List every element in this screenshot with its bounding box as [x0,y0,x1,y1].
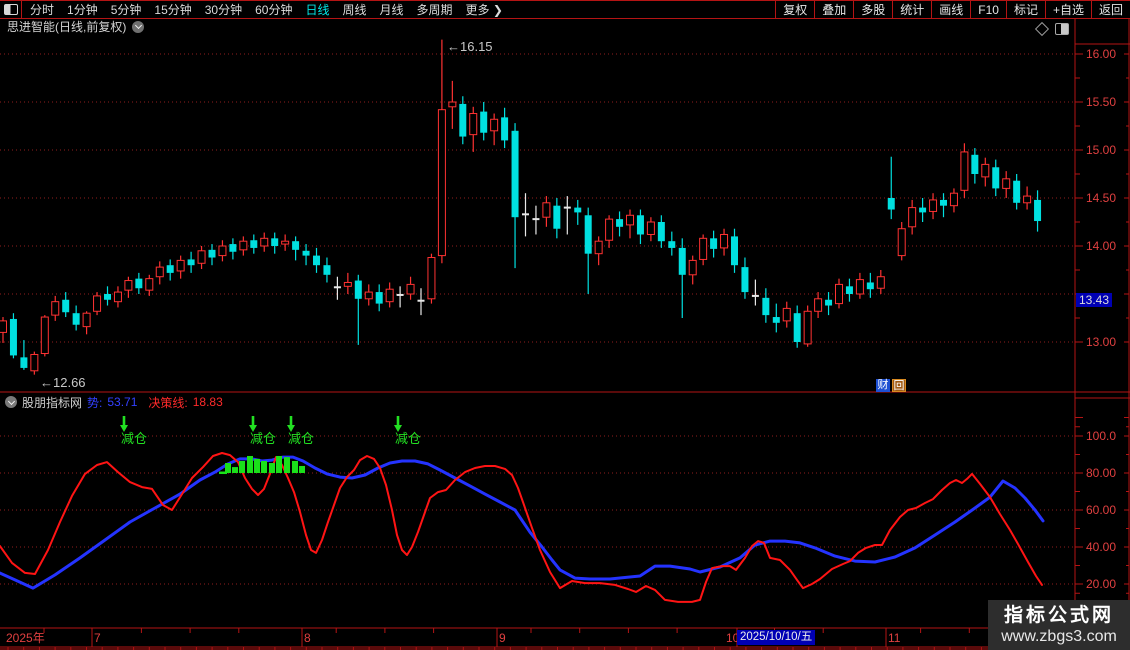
period-tab-6[interactable]: 60分钟 [255,1,292,18]
action-menu: 复权 叠加 多股 统计 画线 F10 标记 +自选 返回 [775,1,1130,18]
toolbar-button-3[interactable]: 多股 [853,1,892,18]
period-tab-3[interactable]: 5分钟 [111,1,142,18]
hui-badge[interactable]: 回 [892,379,906,392]
indicator-red-line [0,452,1043,603]
highlighted-date[interactable]: 2025/10/10/五 [737,630,816,645]
month-label-8: 8 [304,631,311,645]
price-axis-label: 14.50 [1086,191,1117,205]
period-tab-9[interactable]: 月线 [380,1,404,18]
toolbar-button-2[interactable]: 叠加 [814,1,853,18]
title-dropdown-button[interactable] [132,20,145,33]
watermark-title: 指标公式网 [1003,605,1114,626]
chevron-down-icon [7,397,15,405]
series2-value: 18.83 [192,395,223,409]
candlestick-series [0,39,1042,375]
price-axis-label: 13.00 [1086,335,1117,349]
toolbar-button-5[interactable]: 画线 [931,1,970,18]
period-tab-5[interactable]: 30分钟 [205,1,242,18]
top-toolbar: 分时 1分钟 5分钟 15分钟 30分钟 60分钟 日线 周线 月线 多周期 更多 ❯ 复权 叠加 多股… [0,0,1130,19]
indicator-name[interactable]: 股朋指标网 [22,394,82,411]
svg-text:减仓: 减仓 [250,431,276,446]
period-tab-7[interactable]: 日线 [305,1,329,18]
window-layout-button[interactable] [0,1,22,18]
diamond-icon[interactable] [1034,21,1050,37]
series1-value: 53.71 [107,395,138,409]
chart-title-bar: 思进智能(日线,前复权) [0,19,145,34]
toolbar-button-6[interactable]: F10 [970,1,1006,18]
indicator-axis-label: 100.0 [1086,429,1117,443]
indicator-blue-line [0,455,1045,590]
toolbar-button-1[interactable]: 复权 [775,1,814,18]
cai-badge[interactable]: 财 [876,379,890,392]
panel-toggle-icon[interactable] [1055,23,1069,35]
month-label-7: 7 [94,631,101,645]
toolbar-button-8[interactable]: +自选 [1044,1,1091,18]
trading-app-window: { "toolbar": { "window_icon": "split-pan… [0,0,1130,650]
last-price-tag: 13.43 [1076,292,1113,307]
toolbar-button-7[interactable]: 标记 [1005,1,1045,18]
svg-text:减仓: 减仓 [395,431,421,446]
indicator-collapse-button[interactable] [5,396,17,408]
split-panel-icon [3,4,18,15]
period-tab-2[interactable]: 1分钟 [67,1,98,18]
price-axis-label: 14.00 [1086,239,1117,253]
panel-borders [0,18,1130,650]
chevron-down-icon [134,21,142,30]
watermark-url: www.zbgs3.com [1001,628,1117,645]
indicator-axis-label: 40.00 [1086,540,1117,554]
svg-text:←12.66: ←12.66 [40,375,86,390]
period-tab-4[interactable]: 15分钟 [154,1,191,18]
period-menu: 分时 1分钟 5分钟 15分钟 30分钟 60分钟 日线 周线 月线 多周期 更多 ❯ [30,1,503,18]
month-label-11: 11 [888,631,901,645]
toolbar-button-9[interactable]: 返回 [1090,1,1130,18]
period-tab-8[interactable]: 周线 [342,1,366,18]
svg-text:←16.15: ←16.15 [447,39,493,54]
svg-text:减仓: 减仓 [121,431,147,446]
year-label: 2025年 [6,631,45,645]
indicator-header: 股朋指标网 势: 53.71 决策线: 18.83 [0,394,223,410]
series2-label: 决策线: [148,395,188,410]
price-annotations: ←16.15 ←12.66 [40,39,493,390]
price-axis-label: 16.00 [1086,47,1117,61]
price-axis-label: 15.50 [1086,95,1117,109]
period-tab-1[interactable]: 分时 [30,1,54,18]
chart-title: 思进智能(日线,前复权) [7,20,127,34]
axis-ticks [1075,53,1129,603]
watermark: 指标公式网 www.zbgs3.com [988,600,1130,650]
price-axis-label: 15.00 [1086,143,1117,157]
indicator-axis-label: 60.00 [1086,503,1117,517]
chart-canvas: ←16.15←12.66减仓 减仓 减仓 减仓 [0,18,1130,650]
indicator-axis-label: 20.00 [1086,577,1117,591]
title-icons [1034,21,1069,37]
signal-arrows: 减仓 减仓 减仓 减仓 [120,416,421,446]
toolbar-button-4[interactable]: 统计 [892,1,931,18]
period-tab-11[interactable]: 更多 ❯ [466,1,503,18]
histogram [219,455,305,475]
series1-label: 势: [87,395,103,410]
month-label-9: 9 [499,631,506,645]
period-tab-10[interactable]: 多周期 [417,1,453,18]
indicator-axis-label: 80.00 [1086,466,1117,480]
svg-text:减仓: 减仓 [288,431,314,446]
